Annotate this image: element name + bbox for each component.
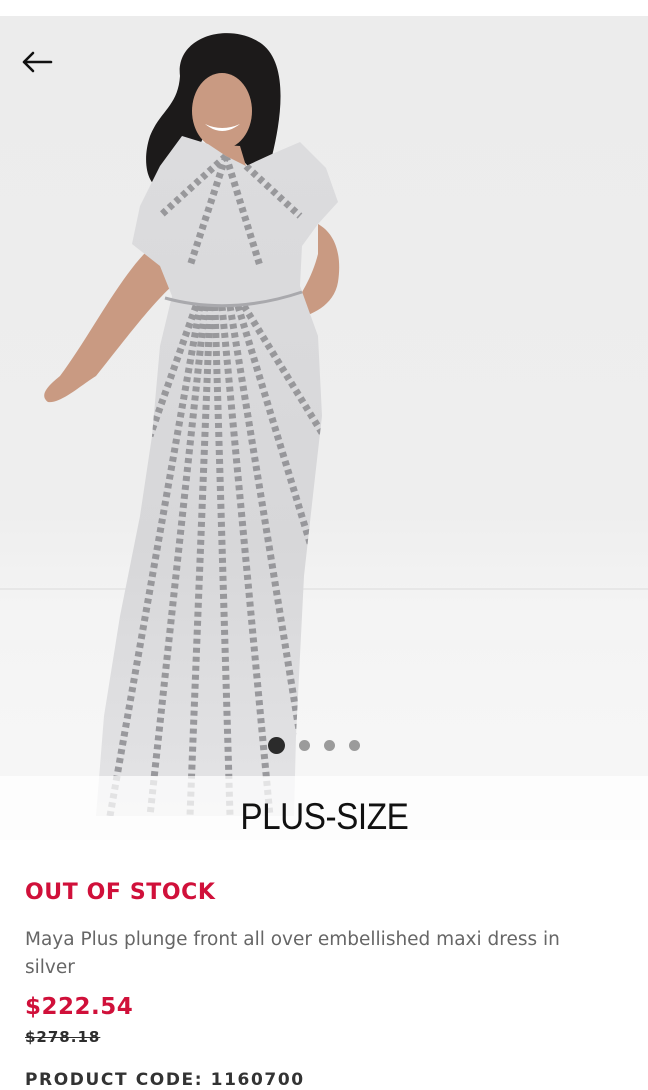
- plus-size-banner: PLUS-SIZE: [0, 776, 648, 840]
- back-button[interactable]: [14, 42, 60, 82]
- original-price: $278.18: [25, 1028, 101, 1046]
- sale-price: $222.54: [25, 994, 134, 1020]
- carousel-dot-2[interactable]: [299, 739, 310, 751]
- product-title: Maya Plus plunge front all over embellis…: [25, 929, 560, 978]
- carousel-dot-3[interactable]: [324, 739, 335, 751]
- carousel-dots: [268, 736, 360, 754]
- stock-status: OUT OF STOCK: [25, 880, 216, 905]
- arrow-left-icon: [22, 51, 53, 73]
- plus-size-label: PLUS-SIZE: [239, 796, 409, 837]
- product-photo: [44, 33, 340, 816]
- product-image-carousel[interactable]: PLUS-SIZE: [0, 16, 648, 840]
- product-code: PRODUCT CODE: 1160700: [25, 1070, 305, 1090]
- carousel-dot-4[interactable]: [349, 739, 360, 751]
- carousel-dot-1[interactable]: [268, 736, 285, 754]
